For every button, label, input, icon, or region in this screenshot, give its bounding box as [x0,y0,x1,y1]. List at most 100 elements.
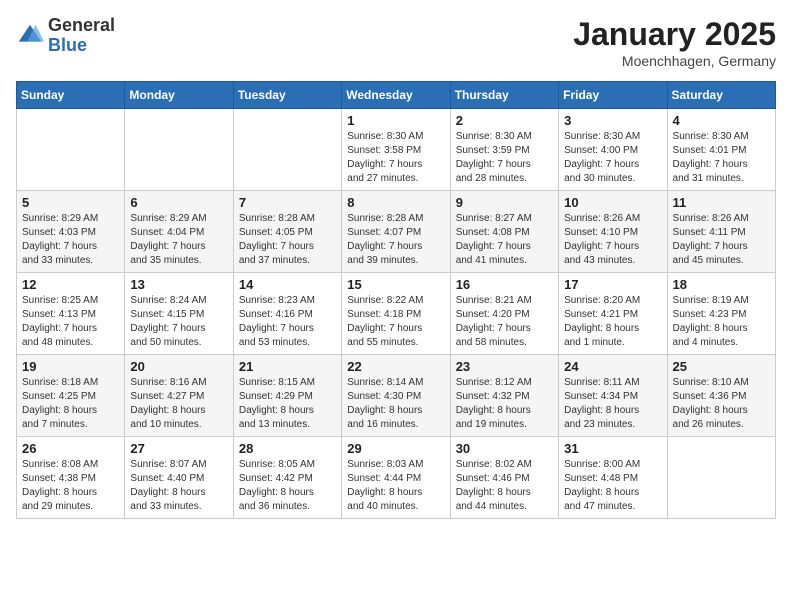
month-year-title: January 2025 [573,16,776,53]
day-info: Sunrise: 8:26 AM Sunset: 4:11 PM Dayligh… [673,212,770,268]
weekday-header-monday: Monday [125,82,233,109]
calendar-cell: 1 Sunrise: 8:30 AM Sunset: 3:58 PM Daylig… [342,109,450,191]
calendar-week-row: 19 Sunrise: 8:18 AM Sunset: 4:25 PM Dayli… [17,355,776,437]
day-number: 17 [564,277,661,292]
day-info: Sunrise: 8:29 AM Sunset: 4:04 PM Dayligh… [130,212,227,268]
day-info: Sunrise: 8:18 AM Sunset: 4:25 PM Dayligh… [22,376,119,432]
day-info: Sunrise: 8:30 AM Sunset: 3:58 PM Dayligh… [347,130,444,186]
day-info: Sunrise: 8:12 AM Sunset: 4:32 PM Dayligh… [456,376,553,432]
day-number: 29 [347,441,444,456]
day-number: 11 [673,195,770,210]
day-number: 6 [130,195,227,210]
day-number: 18 [673,277,770,292]
day-info: Sunrise: 8:10 AM Sunset: 4:36 PM Dayligh… [673,376,770,432]
day-info: Sunrise: 8:14 AM Sunset: 4:30 PM Dayligh… [347,376,444,432]
calendar-cell: 8 Sunrise: 8:28 AM Sunset: 4:07 PM Daylig… [342,191,450,273]
day-number: 16 [456,277,553,292]
location-subtitle: Moenchhagen, Germany [573,53,776,69]
calendar-cell: 29 Sunrise: 8:03 AM Sunset: 4:44 PM Dayli… [342,437,450,519]
day-number: 10 [564,195,661,210]
day-info: Sunrise: 8:02 AM Sunset: 4:46 PM Dayligh… [456,458,553,514]
day-info: Sunrise: 8:27 AM Sunset: 4:08 PM Dayligh… [456,212,553,268]
day-info: Sunrise: 8:28 AM Sunset: 4:07 PM Dayligh… [347,212,444,268]
day-number: 24 [564,359,661,374]
calendar-cell: 17 Sunrise: 8:20 AM Sunset: 4:21 PM Dayli… [559,273,667,355]
calendar-cell: 3 Sunrise: 8:30 AM Sunset: 4:00 PM Daylig… [559,109,667,191]
day-info: Sunrise: 8:21 AM Sunset: 4:20 PM Dayligh… [456,294,553,350]
calendar-cell: 15 Sunrise: 8:22 AM Sunset: 4:18 PM Dayli… [342,273,450,355]
calendar-table: SundayMondayTuesdayWednesdayThursdayFrid… [16,81,776,519]
day-number: 20 [130,359,227,374]
day-info: Sunrise: 8:03 AM Sunset: 4:44 PM Dayligh… [347,458,444,514]
day-number: 31 [564,441,661,456]
day-number: 27 [130,441,227,456]
day-info: Sunrise: 8:30 AM Sunset: 4:00 PM Dayligh… [564,130,661,186]
weekday-header-friday: Friday [559,82,667,109]
day-number: 8 [347,195,444,210]
day-number: 4 [673,113,770,128]
calendar-cell [233,109,341,191]
day-info: Sunrise: 8:11 AM Sunset: 4:34 PM Dayligh… [564,376,661,432]
day-info: Sunrise: 8:05 AM Sunset: 4:42 PM Dayligh… [239,458,336,514]
calendar-cell: 13 Sunrise: 8:24 AM Sunset: 4:15 PM Dayli… [125,273,233,355]
day-info: Sunrise: 8:23 AM Sunset: 4:16 PM Dayligh… [239,294,336,350]
weekday-header-sunday: Sunday [17,82,125,109]
day-info: Sunrise: 8:28 AM Sunset: 4:05 PM Dayligh… [239,212,336,268]
day-number: 7 [239,195,336,210]
logo-general-text: General [48,15,115,35]
calendar-cell: 12Sunrise: 8:25 AM Sunset: 4:13 PM Dayli… [17,273,125,355]
day-info: Sunrise: 8:19 AM Sunset: 4:23 PM Dayligh… [673,294,770,350]
calendar-cell: 21 Sunrise: 8:15 AM Sunset: 4:29 PM Dayli… [233,355,341,437]
day-number: 22 [347,359,444,374]
calendar-cell: 9 Sunrise: 8:27 AM Sunset: 4:08 PM Daylig… [450,191,558,273]
calendar-cell: 24 Sunrise: 8:11 AM Sunset: 4:34 PM Dayli… [559,355,667,437]
day-info: Sunrise: 8:08 AM Sunset: 4:38 PM Dayligh… [22,458,119,514]
day-number: 15 [347,277,444,292]
day-number: 21 [239,359,336,374]
day-info: Sunrise: 8:15 AM Sunset: 4:29 PM Dayligh… [239,376,336,432]
title-block: January 2025 Moenchhagen, Germany [573,16,776,69]
day-info: Sunrise: 8:24 AM Sunset: 4:15 PM Dayligh… [130,294,227,350]
page-header: General Blue January 2025 Moenchhagen, G… [16,16,776,69]
day-number: 26 [22,441,119,456]
calendar-cell: 22 Sunrise: 8:14 AM Sunset: 4:30 PM Dayli… [342,355,450,437]
day-info: Sunrise: 8:26 AM Sunset: 4:10 PM Dayligh… [564,212,661,268]
calendar-cell: 25 Sunrise: 8:10 AM Sunset: 4:36 PM Dayli… [667,355,775,437]
calendar-cell: 18 Sunrise: 8:19 AM Sunset: 4:23 PM Dayli… [667,273,775,355]
calendar-cell: 16 Sunrise: 8:21 AM Sunset: 4:20 PM Dayli… [450,273,558,355]
day-number: 13 [130,277,227,292]
day-number: 19 [22,359,119,374]
day-number: 2 [456,113,553,128]
weekday-header-thursday: Thursday [450,82,558,109]
calendar-cell: 30 Sunrise: 8:02 AM Sunset: 4:46 PM Dayli… [450,437,558,519]
calendar-cell: 14 Sunrise: 8:23 AM Sunset: 4:16 PM Dayli… [233,273,341,355]
calendar-cell: 20Sunrise: 8:16 AM Sunset: 4:27 PM Dayli… [125,355,233,437]
calendar-cell: 5Sunrise: 8:29 AM Sunset: 4:03 PM Daylig… [17,191,125,273]
calendar-cell: 11 Sunrise: 8:26 AM Sunset: 4:11 PM Dayli… [667,191,775,273]
day-number: 9 [456,195,553,210]
day-info: Sunrise: 8:20 AM Sunset: 4:21 PM Dayligh… [564,294,661,350]
day-number: 14 [239,277,336,292]
calendar-cell: 31Sunrise: 8:00 AM Sunset: 4:48 PM Dayli… [559,437,667,519]
calendar-cell: 27 Sunrise: 8:07 AM Sunset: 4:40 PM Dayli… [125,437,233,519]
calendar-cell: 10 Sunrise: 8:26 AM Sunset: 4:10 PM Dayli… [559,191,667,273]
day-number: 25 [673,359,770,374]
day-info: Sunrise: 8:30 AM Sunset: 3:59 PM Dayligh… [456,130,553,186]
logo-icon [16,22,44,50]
day-info: Sunrise: 8:07 AM Sunset: 4:40 PM Dayligh… [130,458,227,514]
calendar-cell [667,437,775,519]
day-number: 30 [456,441,553,456]
calendar-cell [125,109,233,191]
day-number: 23 [456,359,553,374]
logo: General Blue [16,16,115,56]
day-number: 1 [347,113,444,128]
calendar-cell: 19 Sunrise: 8:18 AM Sunset: 4:25 PM Dayli… [17,355,125,437]
day-number: 28 [239,441,336,456]
day-info: Sunrise: 8:22 AM Sunset: 4:18 PM Dayligh… [347,294,444,350]
calendar-cell: 2 Sunrise: 8:30 AM Sunset: 3:59 PM Daylig… [450,109,558,191]
day-info: Sunrise: 8:25 AM Sunset: 4:13 PM Dayligh… [22,294,119,350]
calendar-cell: 7 Sunrise: 8:28 AM Sunset: 4:05 PM Daylig… [233,191,341,273]
calendar-week-row: 12Sunrise: 8:25 AM Sunset: 4:13 PM Dayli… [17,273,776,355]
calendar-cell: 28 Sunrise: 8:05 AM Sunset: 4:42 PM Dayli… [233,437,341,519]
day-number: 3 [564,113,661,128]
